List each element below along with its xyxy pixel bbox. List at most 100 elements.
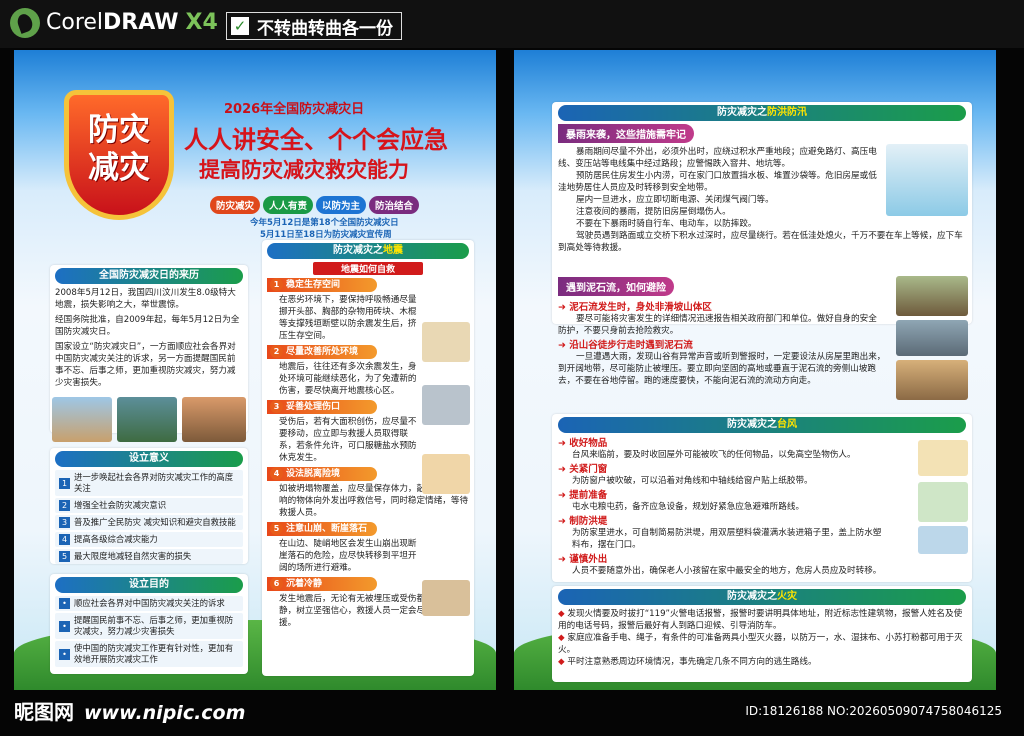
disaster-illustration-2 xyxy=(117,397,177,442)
site-name: 昵图网 xyxy=(14,700,74,724)
quake-illustration-1 xyxy=(422,322,470,362)
typhoon-title-a: 防灾减灾之 xyxy=(727,419,777,430)
meaning-item: 5 最大限度地减轻自然灾害的损失 xyxy=(55,549,243,564)
origin-para-2: 经国务院批准，自2009年起，每年5月12日为全国防灾减灾日。 xyxy=(55,315,240,337)
typhoon-item-title: 关紧门窗 xyxy=(569,464,608,475)
step-number: 2 xyxy=(270,345,283,358)
origin-para-3: 国家设立“防灾减灾日”，一方面顺应社会各界对中国防灾减灾关注的诉求，另一方面提醒… xyxy=(55,342,236,388)
mudslide-illustration-3 xyxy=(896,360,968,400)
flood-header: 防灾减灾之防洪防汛 xyxy=(558,105,966,121)
step-number: 1 xyxy=(270,278,283,291)
flood-illustration xyxy=(886,144,968,216)
fire-header: 防灾减灾之火灾 xyxy=(558,589,966,605)
flood-para: 暴雨期间尽量不外出，必须外出时，应绕过积水严重地段；应避免路灯、高压电线、变压站… xyxy=(558,147,877,169)
quake-step: 5 注意山崩、断崖落石 在山边、陡峭地区会发生山崩出现断崖落石的危险，应尽快转移到平… xyxy=(267,522,469,574)
meaning-item-text: 提高各级综合减灾能力 xyxy=(74,534,158,544)
step-number: 6 xyxy=(270,577,283,590)
mudslide-s2-text: 沿山谷徒步行走时遇到泥石流 xyxy=(569,340,693,351)
disaster-illustration-1 xyxy=(52,397,112,442)
typhoon-card: 防灾减灾之台风 ➜ 收好物品 台风来临前，要及时收回屋外可能被吹飞的任何物品，以免… xyxy=(552,414,972,582)
app-title: CorelDRAW X4 xyxy=(46,10,218,35)
step-number: 5 xyxy=(270,522,283,535)
mudslide-d1: 要尽可能将灾害发生的详细情况迅速报告相关政府部门和单位。做好自身的安全防护，不要… xyxy=(558,314,877,336)
step-title: 设法脱离险境 xyxy=(286,469,341,479)
typhoon-item-title: 提前准备 xyxy=(569,490,608,501)
typhoon-item-desc: 台风来临前，要及时收回屋外可能被吹飞的任何物品，以免高空坠物伤人。 xyxy=(572,450,856,460)
note-box: ✓ 不转曲转曲各一份 xyxy=(226,12,402,40)
typhoon-item: ➜ 收好物品 台风来临前，要及时收回屋外可能被吹飞的任何物品，以免高空坠物伤人。 xyxy=(558,435,966,461)
image-id: ID:18126188 NO:20260509074758046125 xyxy=(745,704,1002,718)
typhoon-item: ➜ 关紧门窗 为防窗户被吹破，可以沿着对角线和中轴线给窗户贴上纸胶带。 xyxy=(558,461,966,487)
step-title: 稳定生存空间 xyxy=(286,280,341,290)
step-number: 4 xyxy=(270,467,283,480)
typhoon-item-title: 谨慎外出 xyxy=(569,554,608,565)
purpose-header: 设立目的 xyxy=(55,577,243,593)
note-text: 不转曲转曲各一份 xyxy=(257,18,393,39)
checkbox-icon: ✓ xyxy=(231,17,249,35)
top-bar: CorelDRAW X4 ✓ 不转曲转曲各一份 xyxy=(0,0,1024,48)
mudslide-s1-text: 泥石流发生时，身处非滑坡山体区 xyxy=(569,302,712,313)
purpose-item: • 使中国的防灾减灾工作更有针对性，更加有效地开展防灾减灾工作 xyxy=(55,641,243,667)
step-title: 尽量改善所处环境 xyxy=(286,347,359,357)
step-desc: 地震后，往往还有多次余震发生，身处环境可能继续恶化，为了免遭新的伤害，要尽快离开… xyxy=(279,362,417,396)
flood-phase: 暴雨来袭，这些措施需牢记 xyxy=(558,124,694,143)
tag-row: 防灾减灾 人人有责 以防为主 防治结合 xyxy=(210,194,422,214)
typhoon-item-desc: 屯水屯粮屯药，备齐应急设备，规划好紧急应急避难所路线。 xyxy=(572,502,805,512)
typhoon-item-title: 制防洪堤 xyxy=(569,516,608,527)
origin-header: 全国防灾减灾日的来历 xyxy=(55,268,243,284)
tag-1: 防灾减灾 xyxy=(210,196,261,214)
watermark-left: 昵图网 www.nipic.com xyxy=(14,696,245,725)
date-line-2: 5月11日至18日为防灾减灾宣传周 xyxy=(260,230,392,240)
meaning-item-text: 最大限度地减轻自然灾害的损失 xyxy=(74,551,192,561)
typhoon-illustration-1 xyxy=(918,440,968,476)
purpose-item-text: 使中国的防灾减灾工作更有针对性，更加有效地开展防灾减灾工作 xyxy=(74,643,234,664)
step-title: 注意山崩、断崖落石 xyxy=(286,524,368,534)
fire-item: ◆ 发现火情要及时拔打“119”火警电话报警，报警时要讲明具体地址，附近标志性建… xyxy=(558,609,963,631)
meaning-item: 1 进一步唤起社会各界对防灾减灾工作的高度关注 xyxy=(55,470,243,496)
flood-title-a: 防灾减灾之 xyxy=(717,107,767,118)
step-desc: 受伤后，若有大面积创伤，应尽量不要移动，应立即与救援人员取得联系，若条件允许，可… xyxy=(279,417,417,463)
badge-line-2: 减灾 xyxy=(88,150,150,186)
mudslide-d2: 一旦遭遇大雨，发现山谷有异常声音或听到警报时，一定要设法从房屋里跑出来，到开阔地… xyxy=(558,352,886,386)
mudslide-illustration-2 xyxy=(896,320,968,356)
quake-illustration-3 xyxy=(422,454,470,494)
meaning-item: 3 普及推广全民防灾 减灾知识和避灾自救技能 xyxy=(55,515,243,530)
disaster-illustration-3 xyxy=(182,397,246,442)
quake-illustration-4 xyxy=(422,580,470,616)
fire-item-text: 平时注意熟悉周边环境情况，事先确定几条不同方向的逃生路线。 xyxy=(567,657,817,667)
screenshot: CorelDRAW X4 ✓ 不转曲转曲各一份 防灾 减灾 2026年全国防灾减灾… xyxy=(0,0,1024,736)
tag-4: 防治结合 xyxy=(369,196,420,214)
typhoon-item: ➜ 提前准备 屯水屯粮屯药，备齐应急设备，规划好紧急应急避难所路线。 xyxy=(558,487,966,513)
coreldraw-logo-icon xyxy=(10,8,40,38)
purpose-item: • 顺应社会各界对中国防灾减灾关注的诉求 xyxy=(55,596,243,611)
earthquake-title-a: 防灾减灾之 xyxy=(333,245,383,256)
app-name-a: Corel xyxy=(46,10,104,35)
date-line-1: 今年5月12日是第18个全国防灾减灾日 xyxy=(250,218,399,228)
earthquake-subtitle: 地震如何自救 xyxy=(313,262,423,275)
meaning-header: 设立意义 xyxy=(55,451,243,467)
app-name-b: DRAW xyxy=(103,10,179,35)
flood-para: 驾驶员遇到路面或立交桥下积水过深时，应尽量绕行。若在低洼处熄火，千万不要在车上等… xyxy=(558,231,963,253)
tag-2: 人人有责 xyxy=(263,196,314,214)
typhoon-item-desc: 为防窗户被吹破，可以沿着对角线和中轴线给窗户贴上纸胶带。 xyxy=(572,476,813,486)
badge-line-1: 防灾 xyxy=(88,112,150,148)
meaning-item-text: 增强全社会防灾减灾意识 xyxy=(74,500,167,510)
flood-title-b: 防洪防汛 xyxy=(767,107,807,118)
left-page: 防灾 减灾 2026年全国防灾减灾日 人人讲安全、个个会应急 提高防灾减灾救灾能… xyxy=(14,50,496,690)
slogan-1: 人人讲安全、个个会应急 xyxy=(184,126,448,154)
meaning-item: 4 提高各级综合减灾能力 xyxy=(55,532,243,547)
fire-card: 防灾减灾之火灾 ◆ 发现火情要及时拔打“119”火警电话报警，报警时要讲明具体地… xyxy=(552,586,972,682)
earthquake-header: 防灾减灾之地震 xyxy=(267,243,469,259)
meaning-item: 2 增强全社会防灾减灾意识 xyxy=(55,498,243,513)
flood-para: 预防居民住房发生小内涝，可在家门口放置挡水板、堆置沙袋等。危旧房屋或低洼地势居住… xyxy=(558,171,877,193)
meaning-card: 设立意义 1 进一步唤起社会各界对防灾减灾工作的高度关注 2 增强全社会防灾减灾意识… xyxy=(50,448,248,564)
typhoon-illustration-3 xyxy=(918,526,968,554)
step-title: 沉着冷静 xyxy=(286,579,323,589)
typhoon-item-desc: 人员不要随意外出，确保老人小孩留在家中最安全的地方，危房人员应及时转移。 xyxy=(572,566,882,576)
typhoon-item-desc: 为防家里进水，可自制简易防洪堤，用双层塑料袋灌满水装进箱子里，盖上防水塑料布，摆… xyxy=(572,528,882,550)
fire-item: ◆ 家庭应准备手电、绳子，有条件的可准备两具小型灭火器，以防万一，水、湿抹布、小… xyxy=(558,633,963,655)
site-url: www.nipic.com xyxy=(84,702,246,724)
typhoon-illustration-2 xyxy=(918,482,968,522)
purpose-item-text: 提醒国民前事不忘、后事之师，更加重视防灾减灾，努力减少灾害损失 xyxy=(74,615,234,636)
shield-badge: 防灾 减灾 xyxy=(64,90,174,220)
